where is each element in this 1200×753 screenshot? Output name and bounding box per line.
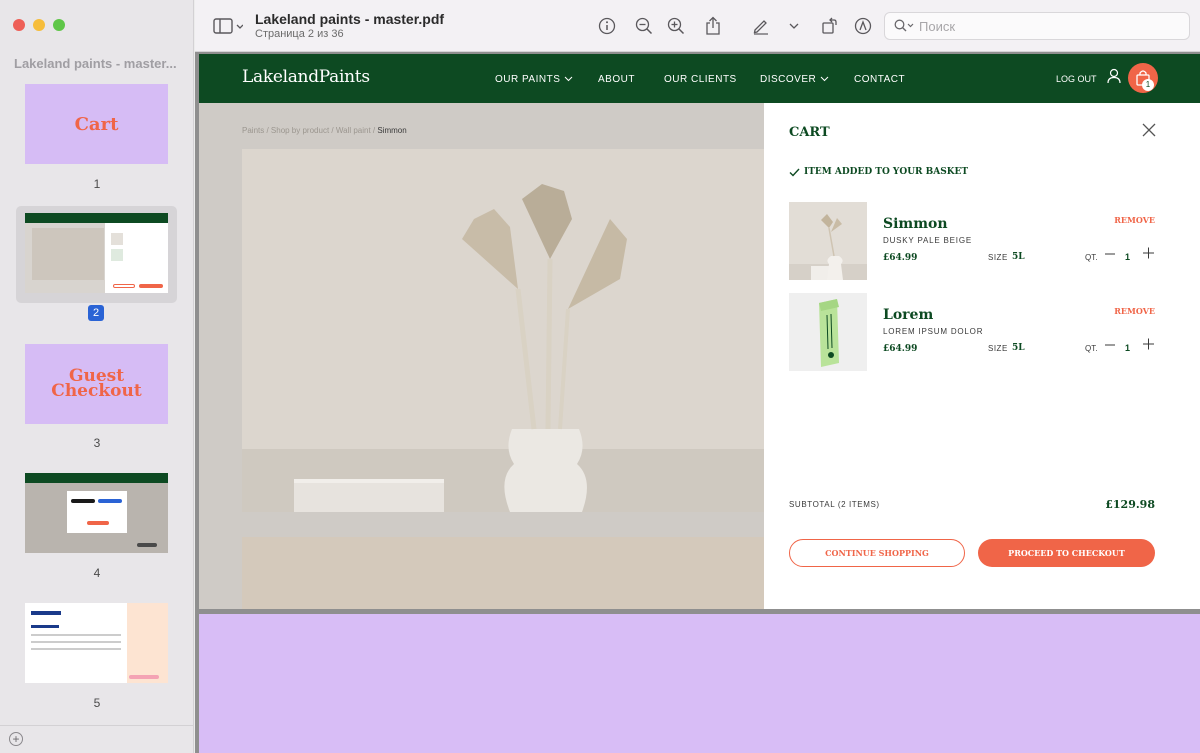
page-indicator: Страница 2 из 36 <box>255 28 344 40</box>
search-placeholder: Поиск <box>919 19 956 34</box>
nav-about[interactable]: ABOUT <box>598 74 635 85</box>
nav-our-clients[interactable]: OUR CLIENTS <box>664 74 737 85</box>
page-thumbnail-3[interactable]: Guest Checkout <box>25 344 168 424</box>
chevron-down-icon <box>564 76 573 82</box>
breadcrumb-path: Paints / Shop by product / Wall paint / <box>242 126 378 135</box>
item-name[interactable]: Simmon <box>883 216 948 232</box>
window-controls <box>13 19 65 31</box>
cart-item: Lorem LOREM IPSUM DOLOR £64.99 SIZE 5L R… <box>789 293 1155 373</box>
annotate-icon[interactable] <box>853 16 873 36</box>
thumbnail-label: Guest Checkout <box>51 366 142 401</box>
nav-our-paints[interactable]: OUR PAINTS <box>495 74 573 85</box>
close-window-button[interactable] <box>13 19 25 31</box>
document-title: Lakeland paints - master.pdf <box>255 11 445 27</box>
info-icon[interactable] <box>597 16 617 36</box>
page-number: 4 <box>93 566 101 580</box>
size-value: 5L <box>1012 343 1025 353</box>
breadcrumb-current: Simmon <box>377 126 407 135</box>
zoom-in-icon[interactable] <box>666 16 686 36</box>
chevron-down-icon[interactable] <box>787 16 801 36</box>
item-price: £64.99 <box>883 344 918 354</box>
size-label: SIZE <box>988 344 1008 353</box>
minimize-window-button[interactable] <box>33 19 45 31</box>
item-image <box>789 293 867 371</box>
page-thumbnail-5[interactable] <box>25 603 168 683</box>
qty-decrease-button[interactable] <box>1105 248 1115 263</box>
logout-link[interactable]: LOG OUT <box>1056 74 1097 84</box>
item-description: LOREM IPSUM DOLOR <box>883 327 984 336</box>
share-icon[interactable] <box>703 16 723 36</box>
item-image <box>789 202 867 280</box>
site-logo[interactable]: LakelandPaints <box>242 67 370 87</box>
breadcrumb: Paints / Shop by product / Wall paint / … <box>242 126 407 135</box>
subtotal-label: SUBTOTAL (2 ITEMS) <box>789 500 880 509</box>
rotate-icon[interactable] <box>820 16 840 36</box>
page-thumbnail-2[interactable] <box>25 213 168 293</box>
add-page-icon[interactable]: + <box>9 732 23 746</box>
item-price: £64.99 <box>883 253 918 263</box>
size-label: SIZE <box>988 253 1008 262</box>
checkmark-icon <box>789 168 800 177</box>
nav-contact[interactable]: CONTACT <box>854 74 905 85</box>
page-number: 1 <box>93 177 101 191</box>
close-icon[interactable] <box>1142 123 1156 137</box>
sidebar-title: Lakeland paints - master... <box>14 56 177 71</box>
site-header: LakelandPaints OUR PAINTS ABOUT OUR CLIE… <box>199 54 1200 103</box>
qty-increase-button[interactable] <box>1143 338 1154 353</box>
nav-label: OUR PAINTS <box>495 74 561 85</box>
page-number: 3 <box>93 436 101 450</box>
document-view[interactable]: LakelandPaints OUR PAINTS ABOUT OUR CLIE… <box>195 52 1200 753</box>
search-icon <box>894 19 914 38</box>
page-thumbnail-4[interactable] <box>25 473 168 553</box>
qty-decrease-button[interactable] <box>1105 339 1115 354</box>
chevron-down-icon <box>820 76 828 82</box>
pdf-page-2: LakelandPaints OUR PAINTS ABOUT OUR CLIE… <box>199 54 1200 609</box>
thumbnail-label: Cart <box>74 113 119 135</box>
toolbar: Lakeland paints - master.pdf Страница 2 … <box>195 0 1200 52</box>
page-thumbnail-1[interactable]: Cart <box>25 84 168 164</box>
remove-button[interactable]: REMOVE <box>1114 306 1155 316</box>
page-number-selected: 2 <box>88 305 104 321</box>
zoom-out-icon[interactable] <box>634 16 654 36</box>
search-input[interactable]: Поиск <box>884 12 1190 40</box>
qty-value: 1 <box>1125 252 1131 262</box>
item-description: DUSKY PALE BEIGE <box>883 236 972 245</box>
thumbnail-sidebar: Lakeland paints - master... Cart 1 2 Gue… <box>0 0 194 753</box>
sidebar-toggle-icon[interactable] <box>211 16 245 36</box>
cart-count-badge: 1 <box>1142 79 1154 91</box>
content-strip <box>242 537 764 609</box>
added-message: ITEM ADDED TO YOUR BASKET <box>804 167 969 177</box>
added-notice: ITEM ADDED TO YOUR BASKET <box>789 167 968 177</box>
proceed-to-checkout-button[interactable]: PROCEED TO CHECKOUT <box>978 539 1155 567</box>
qty-label: QT. <box>1085 253 1098 262</box>
pdf-page-3-preview <box>199 614 1200 753</box>
remove-button[interactable]: REMOVE <box>1114 215 1155 225</box>
size-value: 5L <box>1012 252 1025 262</box>
product-hero-image <box>242 149 764 512</box>
zoom-window-button[interactable] <box>53 19 65 31</box>
item-name[interactable]: Lorem <box>883 307 933 323</box>
nav-label: DISCOVER <box>760 74 817 85</box>
qty-value: 1 <box>1125 343 1131 353</box>
cart-item: Simmon DUSKY PALE BEIGE £64.99 SIZE 5L R… <box>789 202 1155 282</box>
markup-pen-icon[interactable] <box>751 16 771 36</box>
sidebar-footer: + <box>0 725 194 753</box>
continue-shopping-button[interactable]: CONTINUE SHOPPING <box>789 539 965 567</box>
qty-increase-button[interactable] <box>1143 247 1154 262</box>
cart-title: CART <box>789 125 830 140</box>
nav-discover[interactable]: DISCOVER <box>760 74 829 85</box>
cart-drawer: CART ITEM ADDED TO YOUR BASKET Simmon DU… <box>764 103 1200 609</box>
subtotal-value: £129.98 <box>1105 498 1155 511</box>
page-number: 5 <box>93 696 101 710</box>
qty-label: QT. <box>1085 344 1098 353</box>
user-icon[interactable] <box>1107 68 1121 84</box>
